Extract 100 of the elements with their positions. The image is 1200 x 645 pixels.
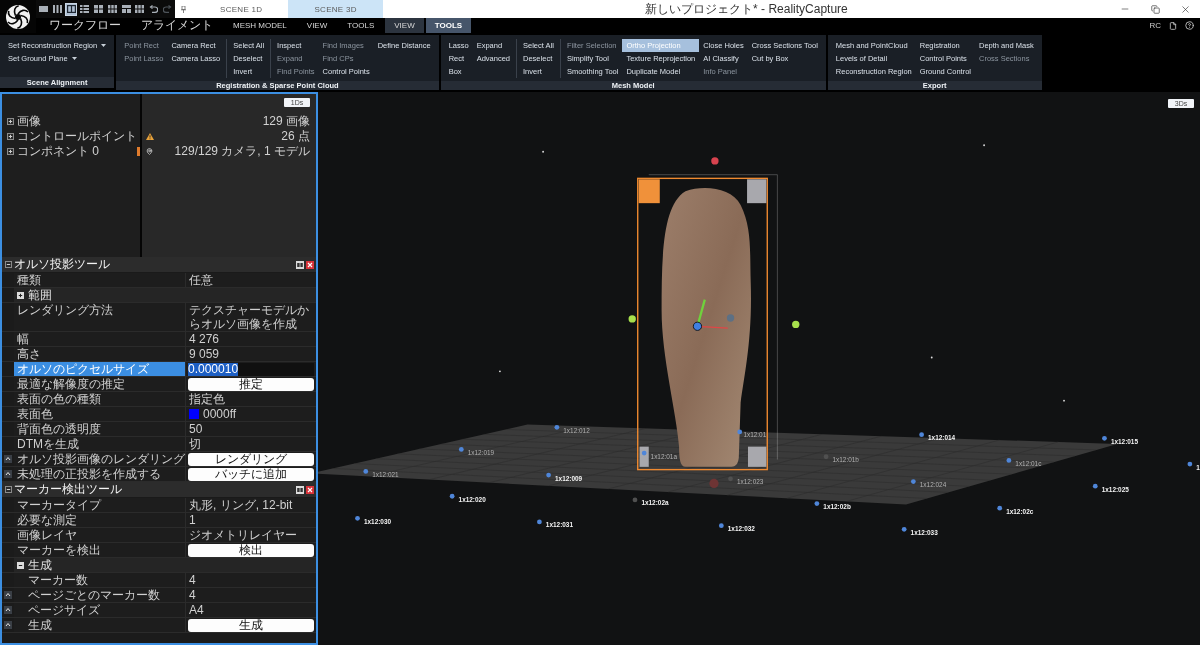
tree-item[interactable]: 画像 (17, 114, 41, 129)
menu-tab[interactable]: アライメント (132, 18, 222, 33)
axis-gizmo[interactable] (692, 299, 729, 331)
dock-icon[interactable] (296, 260, 304, 269)
layout-icon (135, 5, 145, 13)
menu-tab[interactable]: ワークフロー (40, 18, 130, 33)
collapse-icon[interactable] (4, 486, 12, 493)
panel-action-icon[interactable] (4, 621, 12, 629)
property-value: 0000ff (202, 407, 238, 421)
menu-tab[interactable]: VIEW (385, 18, 424, 33)
layout-icon (53, 5, 63, 13)
menu-tab[interactable]: TOOLS (425, 18, 472, 33)
control-sphere[interactable] (628, 315, 636, 323)
property-value: ジオメトリレイヤー (188, 528, 298, 542)
undo-button[interactable] (147, 2, 160, 16)
property-value: 50 (188, 422, 204, 436)
property-label[interactable]: オルソ投影画像のレンダリング (14, 452, 186, 466)
tree-item-value: 26 点 (281, 129, 310, 144)
property-value: 1 (188, 513, 197, 527)
layout-button[interactable] (106, 2, 119, 16)
action-button[interactable]: バッチに追加 (188, 467, 314, 481)
property-value: 9 059 (188, 347, 221, 361)
expand-icon[interactable] (7, 148, 14, 155)
property-label[interactable]: 種類 (14, 273, 186, 287)
menu-tab[interactable]: TOOLS (338, 18, 384, 33)
menu-tab[interactable]: MESH MODEL (224, 18, 296, 33)
restore-icon (1150, 4, 1160, 14)
layout-icon (80, 5, 90, 13)
redo-icon (162, 5, 172, 13)
expand-icon[interactable] (7, 133, 14, 140)
action-button[interactable]: 生成 (188, 618, 314, 632)
pin-icon[interactable] (181, 5, 186, 13)
layout-button[interactable] (120, 2, 132, 16)
property-label[interactable]: 必要な測定 (14, 513, 186, 527)
expand-icon[interactable] (7, 118, 14, 125)
control-sphere[interactable] (792, 320, 800, 329)
color-swatch-icon[interactable] (189, 409, 199, 419)
scene-tab[interactable]: SCENE 3D (288, 0, 383, 18)
corner-handle[interactable] (747, 179, 767, 204)
property-label[interactable]: 幅 (14, 332, 186, 346)
help-button[interactable] (1185, 21, 1194, 30)
corner-handle[interactable] (638, 179, 660, 204)
property-label[interactable]: 最適な解像度の推定 (14, 377, 186, 391)
close-icon[interactable] (306, 485, 314, 494)
layout-icon (121, 5, 131, 13)
action-button[interactable]: 検出 (188, 543, 314, 557)
property-value: A4 (188, 603, 205, 617)
panel-action-icon[interactable] (4, 470, 12, 478)
layout-icon (66, 5, 76, 13)
panel-action-icon[interactable] (4, 455, 12, 463)
dock-icon[interactable] (296, 485, 304, 494)
property-value: 4 (188, 573, 197, 587)
tree-item[interactable]: コンポネント 0 (17, 144, 99, 159)
app-logo (5, 3, 31, 30)
window-title: 新しいプロジェクト* - RealityCapture (644, 0, 849, 18)
layout-button[interactable] (133, 2, 146, 16)
property-label[interactable]: 表面色 (14, 407, 186, 421)
property-label[interactable]: 未処理の正投影を作成する (14, 467, 186, 481)
layout-button[interactable] (51, 2, 64, 16)
corner-handle[interactable] (639, 446, 649, 467)
property-value: テクスチャーモデルからオルソ画像を作成 (188, 303, 310, 331)
action-button[interactable]: レンダリング (188, 452, 314, 466)
layout-button[interactable] (65, 2, 78, 16)
panel-title: オルソ投影ツール (14, 257, 110, 272)
menu-tab[interactable]: VIEW (297, 18, 337, 33)
sparse-point (930, 356, 933, 359)
property-label[interactable]: 背面色の透明度 (14, 422, 186, 436)
property-label[interactable]: 表面の色の種類 (14, 392, 186, 406)
user-initials[interactable]: RC (1149, 21, 1161, 30)
layout-icon (94, 5, 104, 13)
close-icon[interactable] (306, 260, 314, 269)
panel-action-icon[interactable] (4, 591, 12, 599)
layout-icon (39, 5, 49, 13)
property-value: 丸形, リング, 12-bit (188, 498, 294, 512)
document-icon (1169, 21, 1177, 30)
property-value: 切 (188, 437, 202, 451)
document-button[interactable] (1169, 21, 1177, 30)
section-title[interactable]: 範囲 (28, 288, 52, 302)
tree-item-value: 129 画像 (262, 114, 310, 129)
property-label[interactable]: マーカーを検出 (14, 543, 186, 557)
warning-icon (146, 133, 154, 140)
action-button[interactable]: 推定 (188, 377, 314, 391)
property-label[interactable]: DTMを生成 (14, 437, 186, 451)
layout-button[interactable] (79, 2, 91, 16)
pin-icon (146, 148, 153, 155)
bounding-box[interactable] (637, 174, 778, 471)
panel-action-icon[interactable] (4, 606, 12, 614)
property-label[interactable]: マーカータイプ (14, 498, 186, 512)
property-label[interactable]: 高さ (14, 347, 186, 361)
collapse-icon[interactable] (4, 261, 12, 268)
value-field[interactable]: 0.000010 (188, 362, 314, 376)
undo-icon (148, 5, 158, 13)
property-label[interactable]: 画像レイヤ (14, 528, 186, 542)
layout-button[interactable] (92, 2, 105, 16)
panel-title: マーカー検出ツール (14, 482, 122, 497)
section-title[interactable]: 生成 (28, 558, 52, 572)
property-value: 4 276 (188, 332, 221, 346)
close-icon (1179, 3, 1191, 15)
tree-item[interactable]: コントロールポイント (17, 129, 137, 144)
help-icon (1185, 21, 1194, 30)
